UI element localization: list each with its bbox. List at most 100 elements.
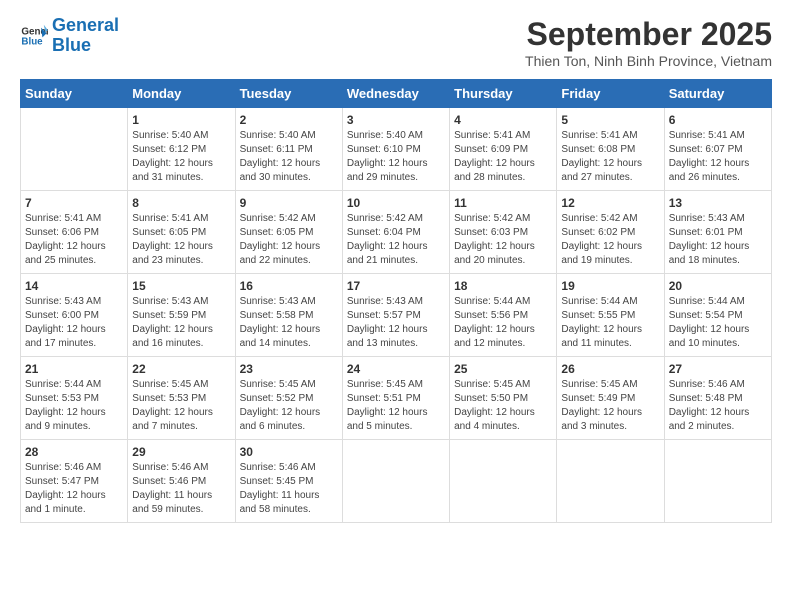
calendar-cell: 3 Sunrise: 5:40 AM Sunset: 6:10 PM Daylig…	[342, 108, 449, 191]
calendar-table: SundayMondayTuesdayWednesdayThursdayFrid…	[20, 79, 772, 523]
day-info: Sunrise: 5:43 AM Sunset: 6:01 PM Dayligh…	[669, 212, 767, 268]
day-number: 21	[25, 362, 123, 376]
calendar-cell: 9 Sunrise: 5:42 AM Sunset: 6:05 PM Daylig…	[235, 191, 342, 274]
calendar-cell: 30 Sunrise: 5:46 AM Sunset: 5:45 PM Dayli…	[235, 440, 342, 523]
calendar-week-1: 1 Sunrise: 5:40 AM Sunset: 6:12 PM Daylig…	[21, 108, 772, 191]
logo-text-line2: Blue	[52, 36, 119, 56]
day-info: Sunrise: 5:44 AM Sunset: 5:56 PM Dayligh…	[454, 295, 552, 351]
day-info: Sunrise: 5:46 AM Sunset: 5:47 PM Dayligh…	[25, 461, 123, 517]
day-info: Sunrise: 5:43 AM Sunset: 5:57 PM Dayligh…	[347, 295, 445, 351]
weekday-header-row: SundayMondayTuesdayWednesdayThursdayFrid…	[21, 80, 772, 108]
calendar-cell: 13Sunrise: 5:43 AM Sunset: 6:01 PM Dayli…	[664, 191, 771, 274]
day-info: Sunrise: 5:43 AM Sunset: 6:00 PM Dayligh…	[25, 295, 123, 351]
day-info: Sunrise: 5:43 AM Sunset: 5:58 PM Dayligh…	[240, 295, 338, 351]
day-number: 17	[347, 279, 445, 293]
calendar-cell: 22 Sunrise: 5:45 AM Sunset: 5:53 PM Dayli…	[128, 357, 235, 440]
day-number: 10	[347, 196, 445, 210]
day-info: Sunrise: 5:42 AM Sunset: 6:02 PM Dayligh…	[561, 212, 659, 268]
calendar-cell: 29Sunrise: 5:46 AM Sunset: 5:46 PM Dayli…	[128, 440, 235, 523]
day-number: 1	[132, 113, 230, 127]
calendar-week-4: 21 Sunrise: 5:44 AM Sunset: 5:53 PM Dayli…	[21, 357, 772, 440]
weekday-header-monday: Monday	[128, 80, 235, 108]
calendar-cell: 19Sunrise: 5:44 AM Sunset: 5:55 PM Dayli…	[557, 274, 664, 357]
calendar-cell: 5 Sunrise: 5:41 AM Sunset: 6:08 PM Daylig…	[557, 108, 664, 191]
weekday-header-wednesday: Wednesday	[342, 80, 449, 108]
day-info: Sunrise: 5:42 AM Sunset: 6:03 PM Dayligh…	[454, 212, 552, 268]
day-number: 22	[132, 362, 230, 376]
day-info: Sunrise: 5:40 AM Sunset: 6:11 PM Dayligh…	[240, 129, 338, 185]
calendar-cell: 1 Sunrise: 5:40 AM Sunset: 6:12 PM Daylig…	[128, 108, 235, 191]
calendar-cell: 25 Sunrise: 5:45 AM Sunset: 5:50 PM Dayli…	[450, 357, 557, 440]
day-number: 6	[669, 113, 767, 127]
day-number: 26	[561, 362, 659, 376]
day-number: 25	[454, 362, 552, 376]
day-info: Sunrise: 5:41 AM Sunset: 6:08 PM Dayligh…	[561, 129, 659, 185]
day-number: 14	[25, 279, 123, 293]
page-header: General Blue General Blue September 2025…	[20, 16, 772, 69]
calendar-cell: 28 Sunrise: 5:46 AM Sunset: 5:47 PM Dayli…	[21, 440, 128, 523]
day-number: 23	[240, 362, 338, 376]
day-info: Sunrise: 5:41 AM Sunset: 6:07 PM Dayligh…	[669, 129, 767, 185]
calendar-cell: 20 Sunrise: 5:44 AM Sunset: 5:54 PM Dayli…	[664, 274, 771, 357]
day-number: 2	[240, 113, 338, 127]
day-number: 11	[454, 196, 552, 210]
month-title: September 2025	[525, 16, 772, 53]
calendar-cell: 14 Sunrise: 5:43 AM Sunset: 6:00 PM Dayli…	[21, 274, 128, 357]
logo-icon: General Blue	[20, 22, 48, 50]
calendar-cell	[342, 440, 449, 523]
day-number: 15	[132, 279, 230, 293]
day-number: 19	[561, 279, 659, 293]
calendar-cell: 15 Sunrise: 5:43 AM Sunset: 5:59 PM Dayli…	[128, 274, 235, 357]
day-number: 29	[132, 445, 230, 459]
day-number: 27	[669, 362, 767, 376]
day-info: Sunrise: 5:45 AM Sunset: 5:53 PM Dayligh…	[132, 378, 230, 434]
calendar-cell: 26Sunrise: 5:45 AM Sunset: 5:49 PM Dayli…	[557, 357, 664, 440]
calendar-cell	[664, 440, 771, 523]
calendar-cell: 24 Sunrise: 5:45 AM Sunset: 5:51 PM Dayli…	[342, 357, 449, 440]
day-number: 30	[240, 445, 338, 459]
day-info: Sunrise: 5:46 AM Sunset: 5:45 PM Dayligh…	[240, 461, 338, 517]
weekday-header-sunday: Sunday	[21, 80, 128, 108]
day-info: Sunrise: 5:40 AM Sunset: 6:10 PM Dayligh…	[347, 129, 445, 185]
day-number: 20	[669, 279, 767, 293]
day-number: 16	[240, 279, 338, 293]
calendar-cell: 11 Sunrise: 5:42 AM Sunset: 6:03 PM Dayli…	[450, 191, 557, 274]
day-info: Sunrise: 5:45 AM Sunset: 5:52 PM Dayligh…	[240, 378, 338, 434]
calendar-cell: 17 Sunrise: 5:43 AM Sunset: 5:57 PM Dayli…	[342, 274, 449, 357]
day-info: Sunrise: 5:44 AM Sunset: 5:53 PM Dayligh…	[25, 378, 123, 434]
weekday-header-friday: Friday	[557, 80, 664, 108]
day-number: 12	[561, 196, 659, 210]
day-info: Sunrise: 5:42 AM Sunset: 6:05 PM Dayligh…	[240, 212, 338, 268]
logo-text-line1: General	[52, 16, 119, 36]
calendar-cell: 12 Sunrise: 5:42 AM Sunset: 6:02 PM Dayli…	[557, 191, 664, 274]
calendar-cell: 27 Sunrise: 5:46 AM Sunset: 5:48 PM Dayli…	[664, 357, 771, 440]
calendar-week-5: 28 Sunrise: 5:46 AM Sunset: 5:47 PM Dayli…	[21, 440, 772, 523]
day-number: 5	[561, 113, 659, 127]
day-info: Sunrise: 5:41 AM Sunset: 6:05 PM Dayligh…	[132, 212, 230, 268]
day-number: 24	[347, 362, 445, 376]
logo: General Blue General Blue	[20, 16, 119, 56]
calendar-cell: 6 Sunrise: 5:41 AM Sunset: 6:07 PM Daylig…	[664, 108, 771, 191]
calendar-week-2: 7Sunrise: 5:41 AM Sunset: 6:06 PM Daylig…	[21, 191, 772, 274]
calendar-cell: 4 Sunrise: 5:41 AM Sunset: 6:09 PM Daylig…	[450, 108, 557, 191]
day-info: Sunrise: 5:41 AM Sunset: 6:09 PM Dayligh…	[454, 129, 552, 185]
calendar-cell: 2 Sunrise: 5:40 AM Sunset: 6:11 PM Daylig…	[235, 108, 342, 191]
day-number: 3	[347, 113, 445, 127]
calendar-cell: 18 Sunrise: 5:44 AM Sunset: 5:56 PM Dayli…	[450, 274, 557, 357]
day-info: Sunrise: 5:45 AM Sunset: 5:51 PM Dayligh…	[347, 378, 445, 434]
day-info: Sunrise: 5:45 AM Sunset: 5:50 PM Dayligh…	[454, 378, 552, 434]
calendar-cell: 21 Sunrise: 5:44 AM Sunset: 5:53 PM Dayli…	[21, 357, 128, 440]
day-info: Sunrise: 5:44 AM Sunset: 5:54 PM Dayligh…	[669, 295, 767, 351]
day-info: Sunrise: 5:43 AM Sunset: 5:59 PM Dayligh…	[132, 295, 230, 351]
day-info: Sunrise: 5:46 AM Sunset: 5:48 PM Dayligh…	[669, 378, 767, 434]
day-number: 28	[25, 445, 123, 459]
day-number: 4	[454, 113, 552, 127]
day-info: Sunrise: 5:40 AM Sunset: 6:12 PM Dayligh…	[132, 129, 230, 185]
calendar-cell: 16 Sunrise: 5:43 AM Sunset: 5:58 PM Dayli…	[235, 274, 342, 357]
weekday-header-tuesday: Tuesday	[235, 80, 342, 108]
calendar-cell	[557, 440, 664, 523]
day-number: 18	[454, 279, 552, 293]
calendar-cell: 10Sunrise: 5:42 AM Sunset: 6:04 PM Dayli…	[342, 191, 449, 274]
day-number: 9	[240, 196, 338, 210]
weekday-header-thursday: Thursday	[450, 80, 557, 108]
